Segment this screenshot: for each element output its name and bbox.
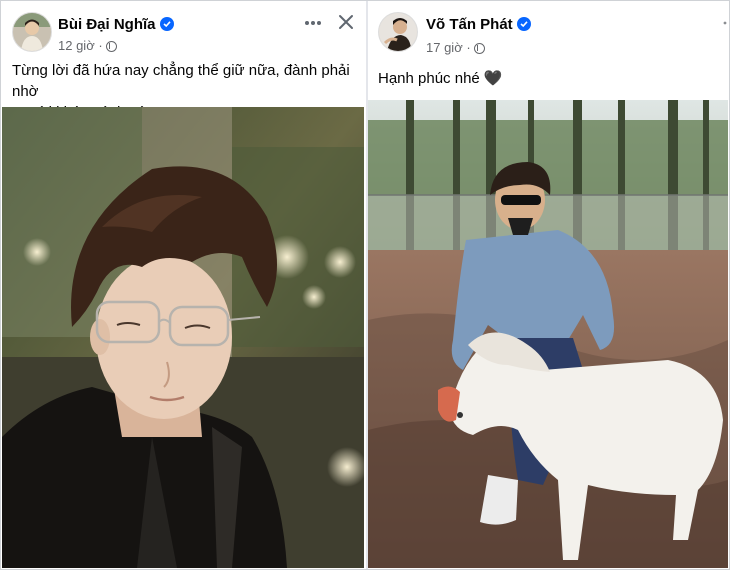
author-name[interactable]: Bùi Đại Nghĩa — [58, 16, 174, 33]
author-name[interactable]: Võ Tấn Phát — [426, 16, 531, 33]
post-time[interactable]: 12 giờ — [58, 38, 95, 53]
more-horizontal-icon — [305, 21, 321, 25]
verified-badge-icon — [516, 17, 531, 31]
author-name-text[interactable]: Võ Tấn Phát — [426, 16, 513, 33]
more-icon — [723, 21, 727, 25]
avatar[interactable] — [12, 12, 52, 52]
more-options-button[interactable] — [722, 18, 728, 30]
meta-separator: · — [98, 38, 103, 53]
post-text-line-1: Từng lời đã hứa nay chẳng thể giữ nữa, đ… — [12, 62, 350, 100]
post-text: Hạnh phúc nhé 🖤 — [378, 68, 503, 89]
avatar[interactable] — [378, 12, 418, 52]
right-post: Võ Tấn Phát 17 giờ · Hạnh phúc nhé 🖤 — [368, 0, 730, 570]
more-options-button[interactable] — [302, 12, 324, 34]
post-photo[interactable] — [368, 100, 728, 568]
author-name-text[interactable]: Bùi Đại Nghĩa — [58, 16, 156, 33]
globe-icon — [473, 43, 485, 54]
black-heart-icon: 🖤 — [483, 70, 503, 87]
meta-separator: · — [466, 40, 471, 55]
post-meta: 17 giờ · — [426, 40, 485, 55]
post-time[interactable]: 17 giờ — [426, 40, 463, 55]
globe-icon — [105, 41, 117, 52]
verified-badge-icon — [159, 17, 174, 31]
post-meta: 12 giờ · — [58, 38, 117, 53]
post-text-content: Hạnh phúc nhé — [378, 70, 480, 87]
close-icon — [339, 15, 353, 29]
close-button[interactable] — [336, 12, 356, 32]
post-photo[interactable] — [2, 107, 364, 568]
left-post: Bùi Đại Nghĩa 12 giờ · Từng lời đã hứa n… — [0, 0, 366, 570]
